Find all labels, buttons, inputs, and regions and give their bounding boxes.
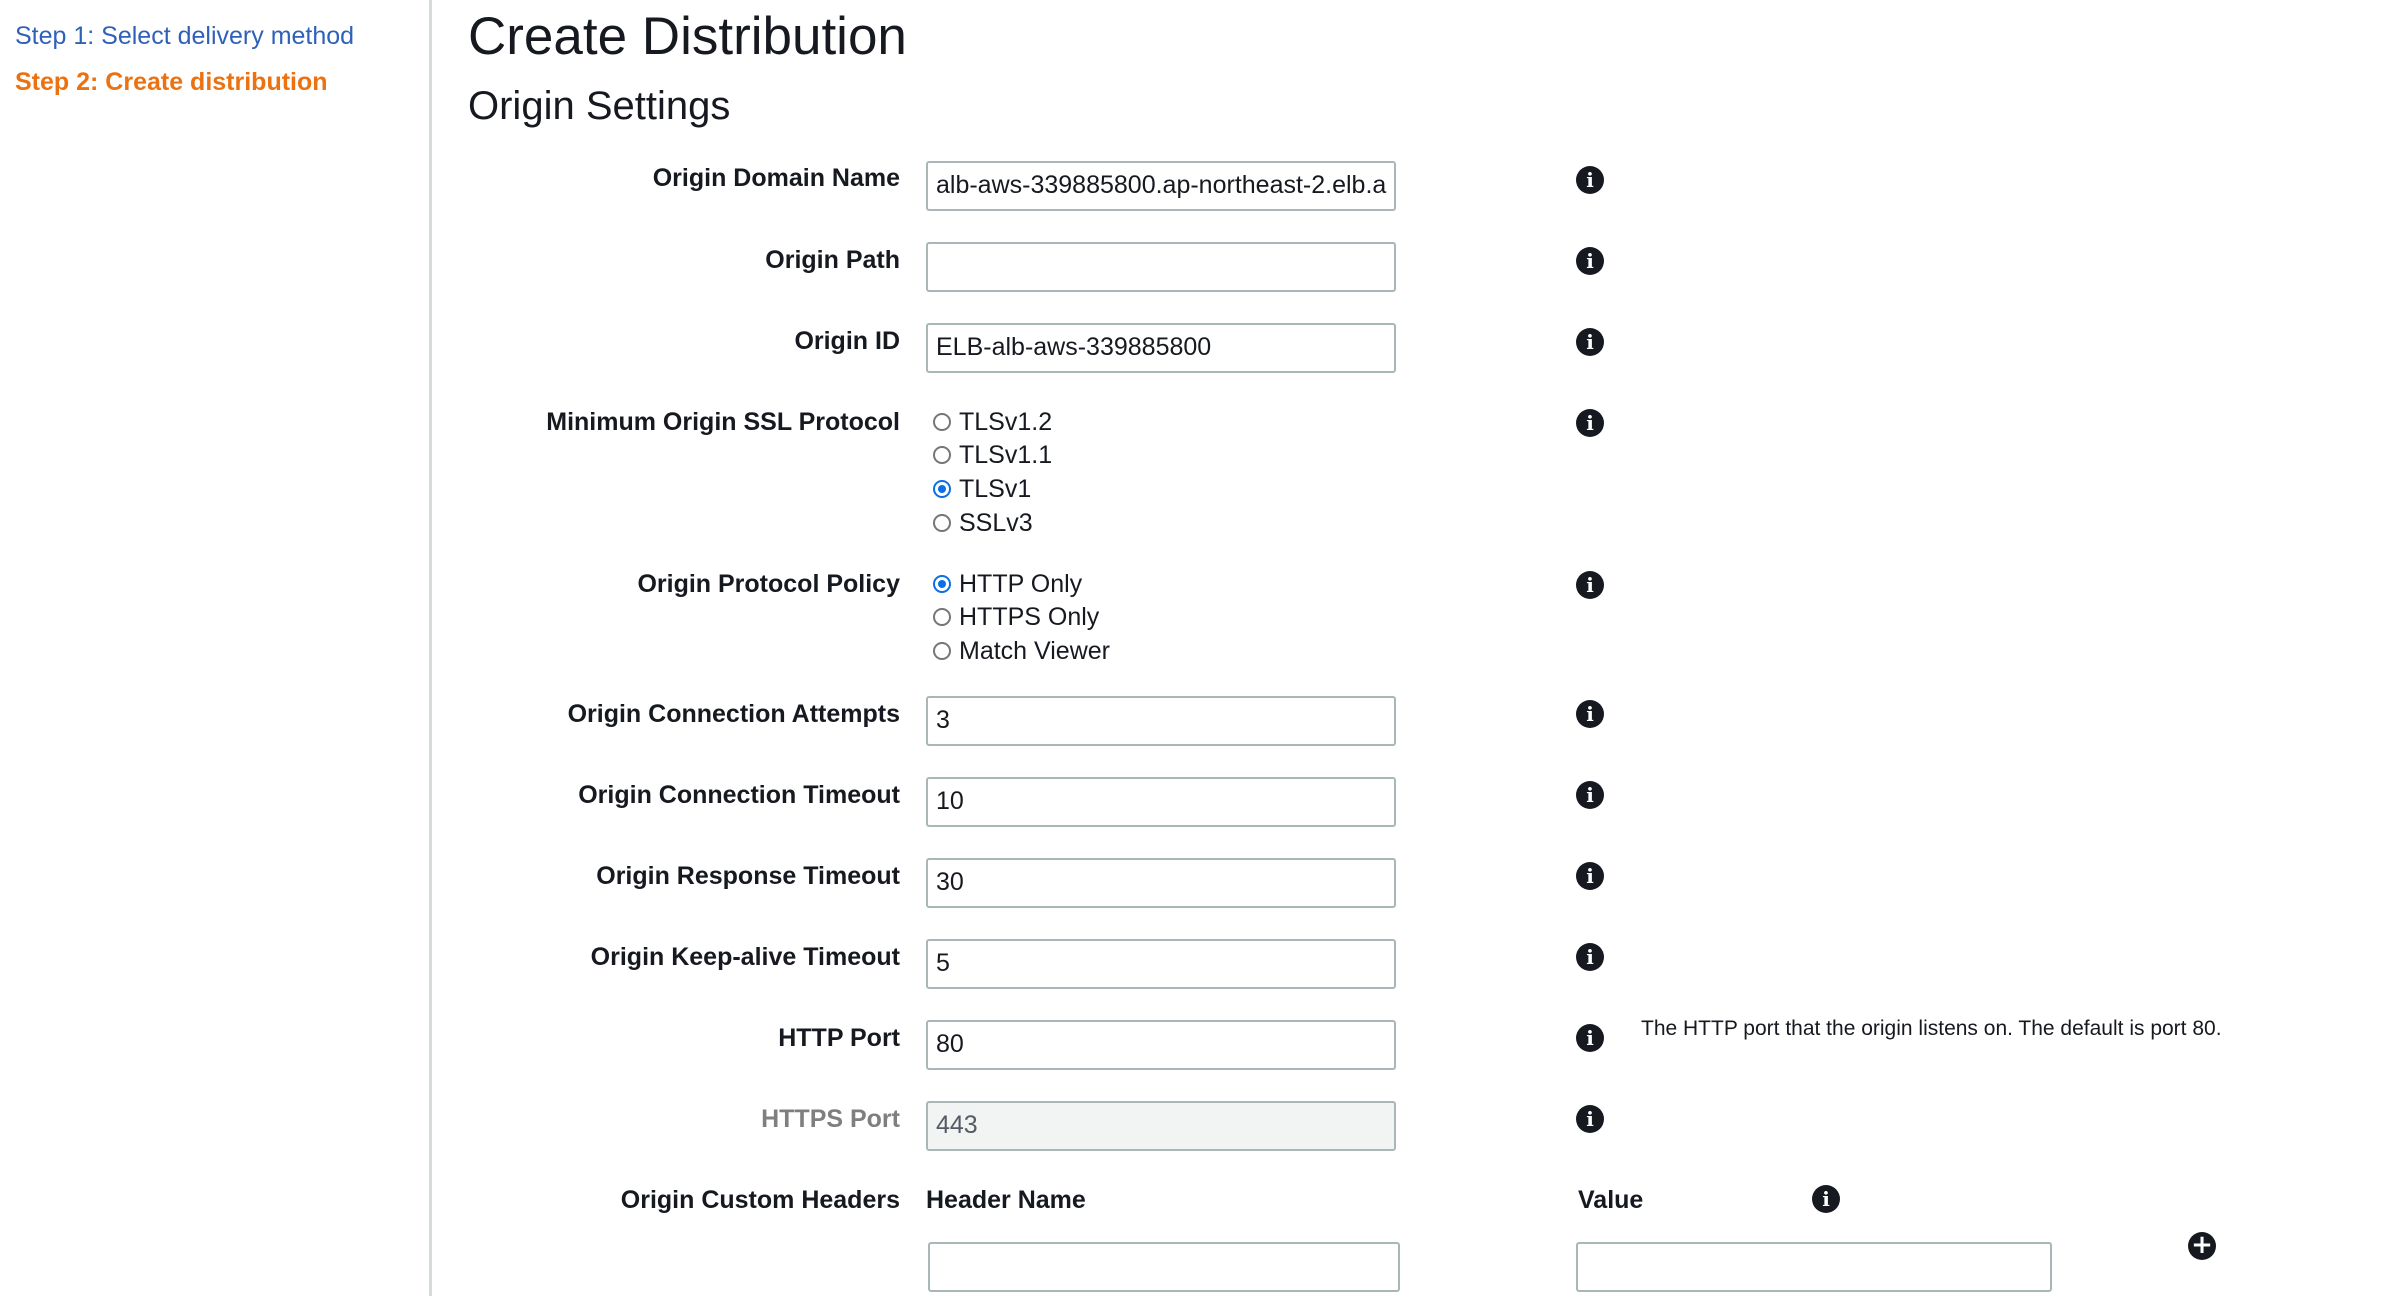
- radio-tlsv1-1[interactable]: TLSv1.1: [933, 438, 1052, 472]
- radio-label: TLSv1.2: [959, 407, 1053, 436]
- radio-label: SSLv3: [959, 508, 1033, 537]
- radio-button[interactable]: [933, 642, 951, 660]
- radio-label: HTTPS Only: [959, 602, 1100, 631]
- radio-tlsv1[interactable]: TLSv1: [933, 472, 1031, 506]
- connection-timeout-label: Origin Connection Timeout: [578, 781, 900, 809]
- keepalive-timeout-input[interactable]: 5: [926, 939, 1396, 989]
- info-icon[interactable]: i: [1576, 1105, 1604, 1133]
- radio-button-selected[interactable]: [933, 575, 951, 593]
- info-icon[interactable]: i: [1576, 700, 1604, 728]
- info-icon[interactable]: i: [1576, 943, 1604, 971]
- origin-domain-name-input[interactable]: alb-aws-339885800.ap-northeast-2.elb.a: [926, 161, 1396, 211]
- keepalive-timeout-label: Origin Keep-alive Timeout: [590, 943, 900, 971]
- origin-id-input[interactable]: ELB-alb-aws-339885800: [926, 323, 1396, 373]
- origin-path-input[interactable]: [926, 242, 1396, 292]
- info-icon[interactable]: i: [1576, 1024, 1604, 1052]
- radio-button[interactable]: [933, 413, 951, 431]
- response-timeout-input[interactable]: 30: [926, 858, 1396, 908]
- connection-attempts-label: Origin Connection Attempts: [567, 700, 900, 728]
- connection-timeout-input[interactable]: 10: [926, 777, 1396, 827]
- origin-protocol-policy-label: Origin Protocol Policy: [637, 570, 900, 598]
- page-title: Create Distribution: [468, 7, 907, 66]
- radio-label: HTTP Only: [959, 569, 1083, 598]
- info-icon[interactable]: i: [1576, 409, 1604, 437]
- radio-match-viewer[interactable]: Match Viewer: [933, 634, 1110, 668]
- http-port-input[interactable]: 80: [926, 1020, 1396, 1070]
- origin-id-label: Origin ID: [794, 327, 900, 355]
- wizard-sidebar: Step 1: Select delivery method Step 2: C…: [0, 0, 432, 1296]
- min-ssl-protocol-label: Minimum Origin SSL Protocol: [546, 408, 900, 436]
- http-port-label: HTTP Port: [778, 1024, 900, 1052]
- header-name-input[interactable]: [928, 1242, 1400, 1292]
- info-icon[interactable]: i: [1576, 166, 1604, 194]
- value-column: Value: [1578, 1186, 1644, 1214]
- custom-headers-label: Origin Custom Headers: [620, 1186, 900, 1214]
- radio-sslv3[interactable]: SSLv3: [933, 506, 1033, 540]
- radio-button-selected[interactable]: [933, 480, 951, 498]
- radio-label: TLSv1.1: [959, 440, 1053, 469]
- step-1-link[interactable]: Step 1: Select delivery method: [15, 22, 354, 51]
- info-icon[interactable]: i: [1576, 571, 1604, 599]
- header-value-input[interactable]: [1576, 1242, 2052, 1292]
- origin-path-label: Origin Path: [765, 246, 900, 274]
- radio-http-only[interactable]: HTTP Only: [933, 567, 1082, 601]
- info-icon[interactable]: i: [1576, 862, 1604, 890]
- info-icon[interactable]: i: [1576, 328, 1604, 356]
- connection-attempts-input[interactable]: 3: [926, 696, 1396, 746]
- https-port-input: 443: [926, 1101, 1396, 1151]
- radio-tlsv1-2[interactable]: TLSv1.2: [933, 405, 1052, 439]
- radio-button[interactable]: [933, 514, 951, 532]
- origin-domain-name-label: Origin Domain Name: [652, 164, 900, 192]
- info-icon[interactable]: i: [1812, 1185, 1840, 1213]
- http-port-help-text: The HTTP port that the origin listens on…: [1641, 1017, 2222, 1040]
- https-port-label: HTTPS Port: [761, 1105, 900, 1133]
- radio-https-only[interactable]: HTTPS Only: [933, 600, 1099, 634]
- radio-label: TLSv1: [959, 474, 1032, 503]
- radio-button[interactable]: [933, 446, 951, 464]
- radio-label: Match Viewer: [959, 636, 1110, 665]
- response-timeout-label: Origin Response Timeout: [596, 862, 900, 890]
- step-2-current: Step 2: Create distribution: [15, 68, 328, 96]
- section-title: Origin Settings: [468, 84, 731, 128]
- radio-button[interactable]: [933, 608, 951, 626]
- info-icon[interactable]: i: [1576, 247, 1604, 275]
- header-name-column: Header Name: [926, 1186, 1086, 1214]
- info-icon[interactable]: i: [1576, 781, 1604, 809]
- plus-circle-icon[interactable]: +: [2188, 1232, 2216, 1260]
